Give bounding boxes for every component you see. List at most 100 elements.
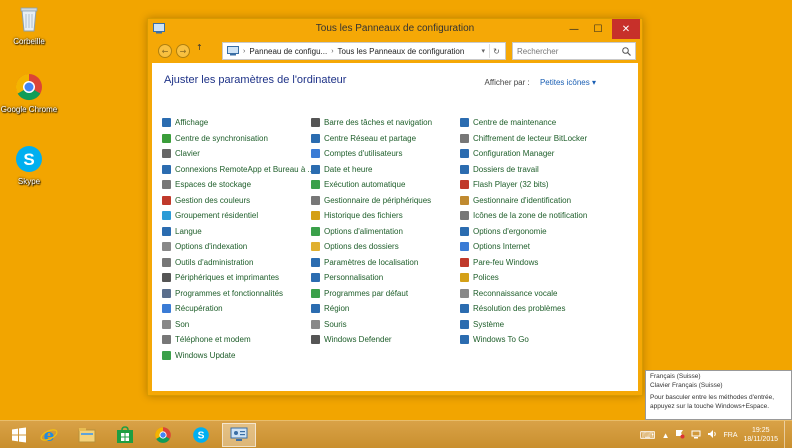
window-frame-right [638,39,642,395]
control-panel-item[interactable]: Windows To Go [460,332,609,348]
control-panel-item[interactable]: Clavier [162,146,311,162]
control-panel-item[interactable]: Icônes de la zone de notification [460,208,609,224]
control-panel-item[interactable]: Système [460,317,609,333]
start-button[interactable] [2,423,36,447]
keyboard-icon[interactable]: ⌨ [640,429,656,442]
page-title: Ajuster les paramètres de l'ordinateur [164,74,347,86]
control-panel-item[interactable]: Comptes d'utilisateurs [311,146,460,162]
chevron-down-icon[interactable]: ▾ [481,47,485,55]
control-panel-item[interactable]: Résolution des problèmes [460,301,609,317]
control-panel-item-icon [460,257,469,267]
control-panel-item-icon [162,118,171,128]
control-panel-item-label: Reconnaissance vocale [473,288,558,298]
close-button[interactable]: ✕ [612,19,640,39]
control-panel-item[interactable]: Historique des fichiers [311,208,460,224]
control-panel-item[interactable]: Région [311,301,460,317]
desktop-icon-chrome[interactable]: Google Chrome [1,72,57,114]
control-panel-item[interactable]: Options des dossiers [311,239,460,255]
control-panel-item[interactable]: Téléphone et modem [162,332,311,348]
control-panel-item[interactable]: Centre de maintenance [460,115,609,131]
maximize-button[interactable]: ☐ [586,19,610,39]
control-panel-item[interactable]: Polices [460,270,609,286]
control-panel-item[interactable]: Centre de synchronisation [162,131,311,147]
control-panel-item[interactable]: Pare-feu Windows [460,255,609,271]
control-panel-item-label: Flash Player (32 bits) [473,180,549,190]
control-panel-item[interactable]: Configuration Manager [460,146,609,162]
control-panel-item-label: Configuration Manager [473,149,555,159]
control-panel-item[interactable]: Windows Update [162,348,311,364]
breadcrumb-item[interactable]: Panneau de configu... [249,47,327,56]
back-button[interactable]: ← [158,44,172,58]
breadcrumb-item[interactable]: Tous les Panneaux de configuration [338,47,465,56]
control-panel-item[interactable]: Périphériques et imprimantes [162,270,311,286]
control-panel-item[interactable]: Reconnaissance vocale [460,286,609,302]
clock[interactable]: 19:25 18/11/2015 [743,426,778,444]
control-panel-item[interactable]: Personnalisation [311,270,460,286]
address-field[interactable]: › Panneau de configu... › Tous les Panne… [222,42,506,60]
refresh-icon[interactable]: ↻ [489,44,503,58]
control-panel-item-label: Comptes d'utilisateurs [324,149,403,159]
up-button[interactable]: ↑ [196,43,203,52]
control-panel-item[interactable]: Espaces de stockage [162,177,311,193]
volume-icon[interactable] [707,429,717,441]
control-panel-item[interactable]: Programmes par défaut [311,286,460,302]
ime-hint-line-1: Pour basculer entre les méthodes d'entré… [650,394,775,401]
control-panel-item[interactable]: Date et heure [311,162,460,178]
show-desktop-button[interactable] [784,421,788,448]
control-panel-item[interactable]: Options d'ergonomie [460,224,609,240]
control-panel-item-label: Polices [473,273,499,283]
control-panel-item-label: Espaces de stockage [175,180,252,190]
control-panel-item[interactable]: Exécution automatique [311,177,460,193]
explorer-button[interactable] [70,423,104,447]
control-panel-item[interactable]: Groupement résidentiel [162,208,311,224]
control-panel-item[interactable]: Gestion des couleurs [162,193,311,209]
search-input[interactable]: Rechercher [512,42,636,60]
control-panel-item[interactable]: Outils d'administration [162,255,311,271]
control-panel-item[interactable]: Connexions RemoteApp et Bureau à ... [162,162,311,178]
control-panel-icon [230,427,248,441]
forward-button[interactable]: → [176,44,190,58]
control-panel-item[interactable]: Gestionnaire de périphériques [311,193,460,209]
control-panel-item[interactable]: Centre Réseau et partage [311,131,460,147]
chevron-up-icon[interactable]: ▲ [662,431,670,440]
control-panel-item[interactable]: Flash Player (32 bits) [460,177,609,193]
control-panel-item[interactable]: Gestionnaire d'identification [460,193,609,209]
ie-button[interactable]: e [32,423,66,447]
control-panel-button[interactable] [222,423,256,447]
control-panel-item[interactable]: Paramètres de localisation [311,255,460,271]
language-indicator[interactable]: FRA [723,432,737,439]
control-panel-item[interactable]: Dossiers de travail [460,162,609,178]
control-panel-item[interactable]: Options Internet [460,239,609,255]
control-panel-item[interactable]: Options d'alimentation [311,224,460,240]
content-area: Ajuster les paramètres de l'ordinateur A… [152,63,638,391]
control-panel-item[interactable]: Son [162,317,311,333]
search-icon[interactable] [622,47,631,56]
control-panel-item-icon [460,319,469,329]
control-panel-item-icon [162,133,171,143]
control-panel-item[interactable]: Récupération [162,301,311,317]
clock-time: 19:25 [751,427,770,434]
control-panel-item[interactable]: Affichage [162,115,311,131]
view-by-dropdown[interactable]: Petites icônes ▾ [540,78,596,87]
control-panel-item-label: Icônes de la zone de notification [473,211,588,221]
control-panel-item[interactable]: Windows Defender [311,332,460,348]
control-panel-item-icon [311,273,320,283]
chrome-button[interactable] [146,423,180,447]
control-panel-item[interactable]: Options d'indexation [162,239,311,255]
action-center-icon[interactable] [675,429,685,441]
skype-button[interactable]: S [184,423,218,447]
control-panel-item[interactable]: Souris [311,317,460,333]
control-panel-item-label: Gestionnaire de périphériques [324,195,432,205]
network-icon[interactable] [691,429,701,441]
minimize-button[interactable]: — [562,19,586,39]
desktop-icon-skype[interactable]: S Skype [2,144,56,186]
control-panel-item[interactable]: Barre des tâches et navigation [311,115,460,131]
control-panel-item[interactable]: Langue [162,224,311,240]
control-panel-item-icon [162,319,171,329]
store-button[interactable] [108,423,142,447]
control-panel-item-label: Récupération [175,304,223,314]
address-bar-row: ← → ↑ › Panneau de configu... › Tous les… [152,39,638,63]
desktop-icon-recycle-bin[interactable]: Corbeille [2,4,56,46]
control-panel-item[interactable]: Programmes et fonctionnalités [162,286,311,302]
control-panel-item[interactable]: Chiffrement de lecteur BitLocker [460,131,609,147]
